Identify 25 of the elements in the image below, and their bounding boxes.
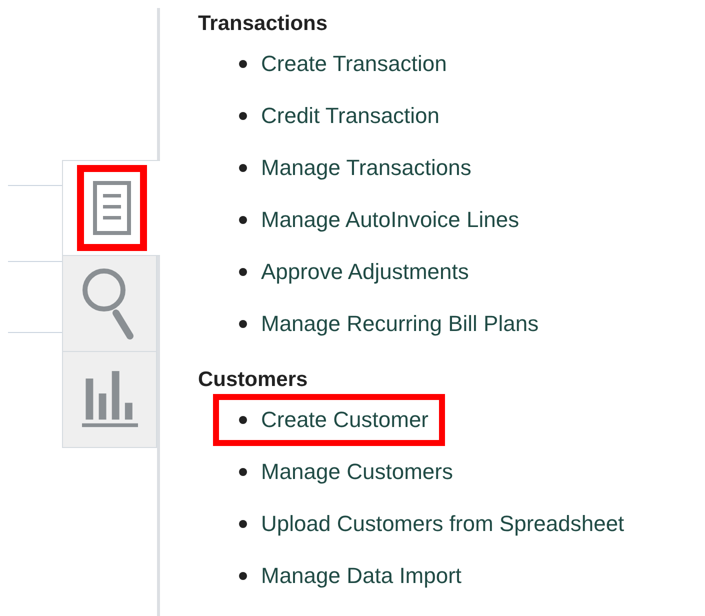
task-link[interactable]: Manage Customers (261, 459, 453, 485)
bullet-icon (239, 320, 247, 328)
bullet-icon (239, 164, 247, 172)
bullet-icon (239, 216, 247, 224)
bullet-icon (239, 416, 247, 424)
bullet-icon (239, 60, 247, 68)
bullet-icon (239, 468, 247, 476)
tasks-tab[interactable] (62, 160, 160, 256)
document-icon (92, 180, 132, 236)
task-link[interactable]: Manage Transactions (261, 155, 472, 181)
search-tab[interactable] (62, 256, 157, 352)
task-link[interactable]: Manage Data Import (261, 563, 462, 589)
task-link[interactable]: Upload Customers from Spreadsheet (261, 511, 624, 537)
bullet-icon (239, 572, 247, 580)
section-heading: Transactions (198, 11, 329, 37)
task-link[interactable]: Manage AutoInvoice Lines (261, 207, 520, 233)
task-link[interactable]: Credit Transaction (261, 103, 440, 129)
task-link[interactable]: Create Transaction (261, 51, 447, 77)
task-link[interactable]: Manage Recurring Bill Plans (261, 311, 539, 337)
bullet-icon (239, 112, 247, 120)
bullet-icon (239, 520, 247, 528)
bullet-icon (239, 268, 247, 276)
section-heading: Customers (198, 367, 309, 393)
reports-tab[interactable] (62, 352, 157, 448)
task-link[interactable]: Approve Adjustments (261, 259, 469, 285)
